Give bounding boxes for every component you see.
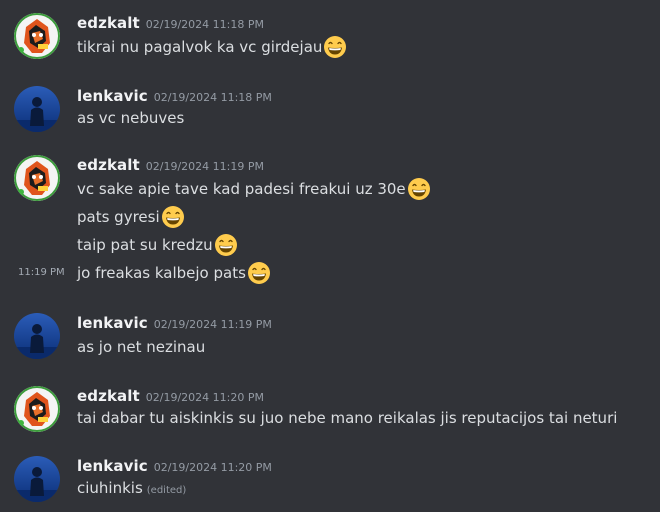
message-text: tikrai nu pagalvok ka vc girdejau: [77, 38, 323, 56]
user-avatar[interactable]: [14, 13, 60, 59]
message-content[interactable]: vc sake apie tave kad padesi freakui uz …: [77, 177, 431, 201]
message-content[interactable]: jo freakas kalbejo pats: [77, 261, 271, 285]
grinning-face-emoji[interactable]: [214, 233, 238, 257]
message-text: taip pat su kredzu: [77, 236, 213, 254]
author-name[interactable]: lenkavic: [77, 457, 148, 475]
grinning-face-emoji[interactable]: [407, 177, 431, 201]
message-header: edzkalt 02/19/2024 11:18 PM: [77, 13, 264, 33]
message-timestamp[interactable]: 02/19/2024 11:18 PM: [154, 91, 272, 104]
author-name[interactable]: edzkalt: [77, 387, 140, 405]
hover-timestamp[interactable]: 11:19 PM: [18, 261, 65, 285]
user-avatar[interactable]: [14, 86, 60, 132]
message-timestamp[interactable]: 02/19/2024 11:20 PM: [146, 391, 264, 404]
message-text: tai dabar tu aiskinkis su juo nebe mano …: [77, 409, 618, 427]
message-header: lenkavic 02/19/2024 11:18 PM: [77, 86, 272, 106]
user-avatar[interactable]: [14, 386, 60, 432]
grinning-face-emoji[interactable]: [247, 261, 271, 285]
grinning-face-emoji[interactable]: [323, 35, 347, 59]
grinning-face-emoji[interactable]: [161, 205, 185, 229]
message-text: as vc nebuves: [77, 109, 185, 127]
message-text: jo freakas kalbejo pats: [77, 264, 246, 282]
message-header: edzkalt 02/19/2024 11:20 PM: [77, 386, 264, 406]
message-content[interactable]: as vc nebuves: [77, 106, 184, 130]
user-avatar[interactable]: [14, 155, 60, 201]
message-timestamp[interactable]: 02/19/2024 11:20 PM: [154, 461, 272, 474]
message-content[interactable]: tikrai nu pagalvok ka vc girdejau: [77, 35, 347, 59]
edited-label: (edited): [146, 485, 187, 496]
message-text: as jo net nezinau: [77, 338, 206, 356]
user-avatar[interactable]: [14, 313, 60, 359]
message-content[interactable]: as jo net nezinau: [77, 335, 205, 359]
message-text: pats gyresi: [77, 208, 160, 226]
user-avatar[interactable]: [14, 456, 60, 502]
message-timestamp[interactable]: 02/19/2024 11:19 PM: [154, 318, 272, 331]
message-text: ciuhinkis: [77, 479, 143, 497]
message-header: lenkavic 02/19/2024 11:20 PM: [77, 456, 272, 476]
message-content[interactable]: pats gyresi: [77, 205, 185, 229]
message-timestamp[interactable]: 02/19/2024 11:19 PM: [146, 160, 264, 173]
message-text: vc sake apie tave kad padesi freakui uz …: [77, 180, 406, 198]
author-name[interactable]: lenkavic: [77, 87, 148, 105]
author-name[interactable]: edzkalt: [77, 156, 140, 174]
message-timestamp[interactable]: 02/19/2024 11:18 PM: [146, 18, 264, 31]
message-content[interactable]: taip pat su kredzu: [77, 233, 238, 257]
message-header: edzkalt 02/19/2024 11:19 PM: [77, 155, 264, 175]
author-name[interactable]: edzkalt: [77, 14, 140, 32]
message-content[interactable]: tai dabar tu aiskinkis su juo nebe mano …: [77, 406, 617, 430]
message-content[interactable]: ciuhinkis (edited): [77, 476, 186, 500]
author-name[interactable]: lenkavic: [77, 314, 148, 332]
message-header: lenkavic 02/19/2024 11:19 PM: [77, 313, 272, 333]
